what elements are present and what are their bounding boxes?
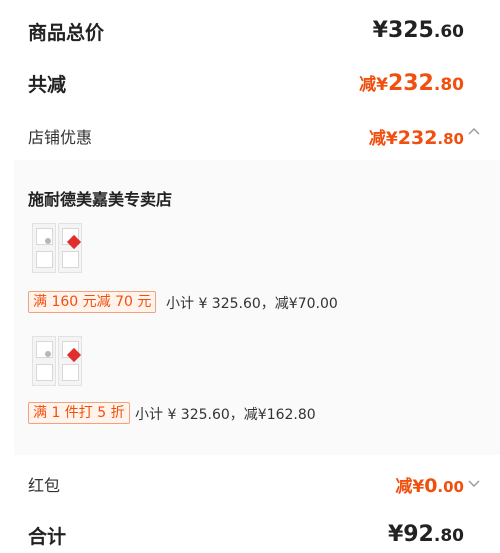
product-thumbnail[interactable]: [32, 336, 56, 386]
brand-mark-icon: [66, 234, 82, 250]
promotion-tag: 满 160 元减 70 元: [28, 291, 157, 313]
product-thumbnail[interactable]: [58, 223, 82, 273]
store-name: 施耐德美嘉美专卖店: [28, 190, 173, 209]
grand-total-label: 合计: [28, 526, 67, 548]
red-packet-value: 减¥0.00: [395, 472, 464, 497]
switch-plate-bottom: [36, 364, 53, 381]
currency-symbol: ¥: [387, 522, 404, 547]
currency-symbol: ¥: [385, 129, 398, 149]
switch-plate-bottom: [36, 251, 53, 268]
reduce-int: 232: [387, 71, 434, 96]
red-packet-row[interactable]: 红包 减¥0.00: [0, 462, 500, 506]
switch-plate-bottom: [62, 364, 79, 381]
product-thumbnail[interactable]: [58, 336, 82, 386]
switch-plate-top: [62, 341, 82, 363]
switch-plate-top: [62, 228, 82, 250]
total-price-value: ¥325.60: [373, 18, 464, 43]
store-discount-label: 店铺优惠: [28, 128, 93, 147]
brand-mark-icon: [66, 347, 82, 363]
red-packet-label: 红包: [28, 476, 61, 495]
product-thumbnail[interactable]: [32, 223, 56, 273]
currency-symbol: ¥: [372, 18, 388, 43]
switch-dot: [45, 351, 51, 357]
total-reduction-label: 共减: [28, 74, 67, 96]
switch-plate-top: [36, 341, 53, 358]
grand-total-dec: .80: [433, 526, 464, 546]
total-reduction-value: 减¥232.80: [359, 70, 464, 96]
chevron-down-icon[interactable]: [467, 476, 481, 490]
store-discount-row[interactable]: 店铺优惠 减¥232.80: [0, 112, 500, 156]
discount-dec: .80: [437, 130, 464, 148]
promotion-detail: 小计 ¥ 325.60，减¥162.80: [135, 407, 316, 423]
chevron-up-icon[interactable]: [467, 125, 481, 139]
currency-symbol: ¥: [412, 477, 425, 497]
red-packet-prefix: 减: [395, 477, 413, 497]
total-reduction-row: 共减 减¥232.80: [0, 60, 500, 110]
red-packet-dec: .00: [437, 478, 464, 496]
reduce-prefix: 减: [359, 75, 377, 95]
total-price-row: 商品总价 ¥325.60: [0, 0, 500, 60]
switch-plate-top: [36, 228, 53, 245]
grand-total-row: 合计 ¥92.80: [0, 512, 500, 553]
grand-total-int: 92: [403, 522, 434, 547]
discount-prefix: 减: [368, 129, 386, 149]
promotion-detail: 小计 ¥ 325.60，减¥70.00: [166, 296, 338, 312]
store-discount-value: 减¥232.80: [369, 124, 464, 149]
total-price-label: 商品总价: [28, 22, 105, 44]
discount-int: 232: [397, 127, 438, 149]
promotion-tag: 满 1 件打 5 折: [28, 402, 130, 424]
switch-plate-bottom: [62, 251, 79, 268]
total-price-dec: .60: [433, 22, 464, 42]
reduce-dec: .80: [433, 75, 464, 95]
red-packet-int: 0: [424, 475, 438, 497]
total-price-int: 325: [387, 18, 434, 43]
switch-dot: [45, 238, 51, 244]
grand-total-value: ¥92.80: [388, 522, 464, 547]
currency-symbol: ¥: [376, 75, 388, 95]
